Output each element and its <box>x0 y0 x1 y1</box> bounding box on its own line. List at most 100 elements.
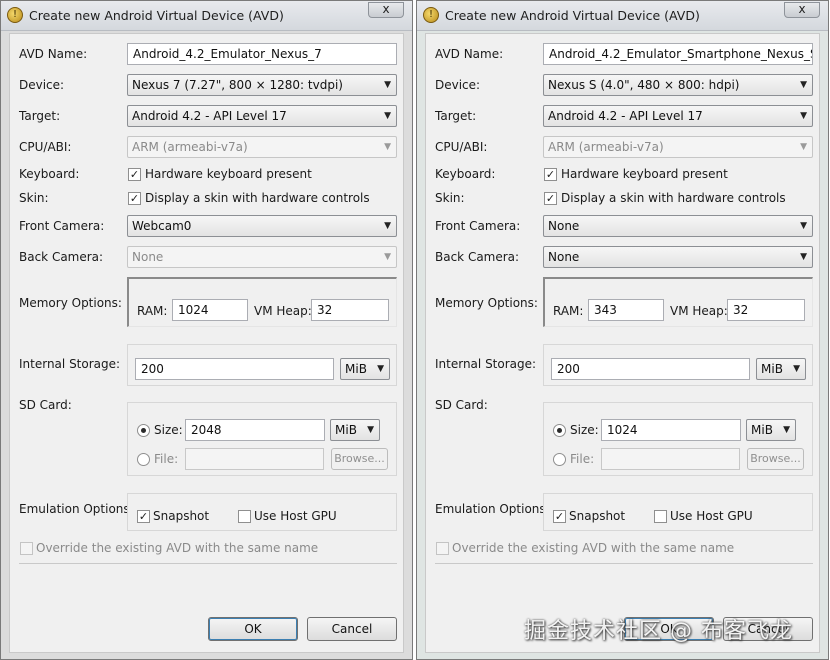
dropdown-arrow-icon: ▼ <box>377 364 384 374</box>
separator <box>435 563 813 564</box>
hardware-keyboard-checkbox[interactable]: ✓ <box>544 168 557 181</box>
back-camera-select[interactable]: None ▼ <box>543 246 813 268</box>
sd-file-input[interactable] <box>601 448 740 470</box>
dropdown-arrow-icon: ▼ <box>800 80 807 90</box>
device-select-value: Nexus 7 (7.27", 800 × 1280: tvdpi) <box>132 78 343 92</box>
window-title: Create new Android Virtual Device (AVD) <box>29 8 284 23</box>
avd-dialog-nexus-s: ! Create new Android Virtual Device (AVD… <box>416 0 829 660</box>
dropdown-arrow-icon: ▼ <box>384 80 391 90</box>
front-camera-label: Front Camera: <box>435 219 521 233</box>
device-select[interactable]: Nexus 7 (7.27", 800 × 1280: tvdpi) ▼ <box>127 74 397 96</box>
dropdown-arrow-icon: ▼ <box>793 364 800 374</box>
override-checkbox[interactable] <box>436 542 449 555</box>
sd-file-radio[interactable] <box>553 453 566 466</box>
avd-name-input[interactable]: Android_4.2_Emulator_Nexus_7 <box>127 43 397 65</box>
vm-heap-input[interactable]: 32 <box>727 299 805 321</box>
vm-heap-label: VM Heap: <box>254 304 312 318</box>
keyboard-label: Keyboard: <box>19 167 80 181</box>
device-select[interactable]: Nexus S (4.0", 480 × 800: hdpi) ▼ <box>543 74 813 96</box>
use-host-gpu-checkbox[interactable] <box>238 510 251 523</box>
use-host-gpu-checkbox[interactable] <box>654 510 667 523</box>
cpu-abi-select[interactable]: ARM (armeabi-v7a) ▼ <box>543 136 813 158</box>
close-button[interactable]: x <box>368 2 404 18</box>
ram-input[interactable]: 343 <box>588 299 664 321</box>
dialog-content: AVD Name: Android_4.2_Emulator_Smartphon… <box>425 33 820 653</box>
cpu-abi-select-value: ARM (armeabi-v7a) <box>132 140 248 154</box>
back-camera-select-value: None <box>132 250 164 264</box>
hardware-keyboard-text: Hardware keyboard present <box>561 167 728 181</box>
ok-button[interactable]: OK <box>208 617 298 641</box>
ram-label: RAM: <box>137 304 168 318</box>
internal-storage-unit-select[interactable]: MiB ▼ <box>340 358 390 380</box>
internal-storage-label: Internal Storage: <box>19 357 121 371</box>
hardware-keyboard-checkbox[interactable]: ✓ <box>128 168 141 181</box>
sd-size-label: Size: <box>570 423 599 437</box>
cpu-abi-select-value: ARM (armeabi-v7a) <box>548 140 664 154</box>
android-sdk-app-icon: ! <box>7 7 23 23</box>
memory-options-group: RAM: 1024 VM Heap: 32 <box>127 277 397 327</box>
skin-label: Skin: <box>19 191 49 205</box>
internal-storage-group: 200 MiB ▼ <box>543 344 813 386</box>
back-camera-label: Back Camera: <box>19 250 104 264</box>
internal-storage-label: Internal Storage: <box>435 357 537 371</box>
internal-storage-input[interactable]: 200 <box>135 358 334 380</box>
cpu-abi-label: CPU/ABI: <box>435 140 488 154</box>
sd-size-unit-select[interactable]: MiB ▼ <box>746 419 796 441</box>
front-camera-select[interactable]: None ▼ <box>543 215 813 237</box>
hardware-keyboard-text: Hardware keyboard present <box>145 167 312 181</box>
avd-name-input[interactable]: Android_4.2_Emulator_Smartphone_Nexus_S <box>543 43 813 65</box>
internal-storage-group: 200 MiB ▼ <box>127 344 397 386</box>
target-select[interactable]: Android 4.2 - API Level 17 ▼ <box>543 105 813 127</box>
dropdown-arrow-icon: ▼ <box>384 142 391 152</box>
device-label: Device: <box>435 78 481 92</box>
sd-size-unit-select[interactable]: MiB ▼ <box>330 419 380 441</box>
sd-size-radio[interactable] <box>137 424 150 437</box>
vm-heap-input[interactable]: 32 <box>311 299 389 321</box>
sd-card-label: SD Card: <box>19 398 72 412</box>
target-label: Target: <box>19 109 61 123</box>
skin-checkbox[interactable]: ✓ <box>128 192 141 205</box>
memory-options-label: Memory Options: <box>435 296 538 310</box>
sd-size-unit-value: MiB <box>751 423 773 437</box>
override-checkbox[interactable] <box>20 542 33 555</box>
title-bar: ! Create new Android Virtual Device (AVD… <box>417 1 828 31</box>
avd-name-label: AVD Name: <box>435 47 504 61</box>
front-camera-select[interactable]: Webcam0 ▼ <box>127 215 397 237</box>
skin-text: Display a skin with hardware controls <box>561 191 786 205</box>
cpu-abi-select[interactable]: ARM (armeabi-v7a) ▼ <box>127 136 397 158</box>
target-select-value: Android 4.2 - API Level 17 <box>132 109 287 123</box>
keyboard-label: Keyboard: <box>435 167 496 181</box>
target-select[interactable]: Android 4.2 - API Level 17 ▼ <box>127 105 397 127</box>
dropdown-arrow-icon: ▼ <box>384 221 391 231</box>
dropdown-arrow-icon: ▼ <box>800 221 807 231</box>
back-camera-select[interactable]: None ▼ <box>127 246 397 268</box>
internal-storage-unit-select[interactable]: MiB ▼ <box>756 358 806 380</box>
snapshot-checkbox[interactable]: ✓ <box>137 510 150 523</box>
use-host-gpu-label: Use Host GPU <box>254 509 337 523</box>
memory-options-label: Memory Options: <box>19 296 122 310</box>
sd-file-radio[interactable] <box>137 453 150 466</box>
target-label: Target: <box>435 109 477 123</box>
android-sdk-app-icon: ! <box>423 7 439 23</box>
cancel-button[interactable]: Cancel <box>307 617 397 641</box>
snapshot-checkbox[interactable]: ✓ <box>553 510 566 523</box>
sd-size-radio[interactable] <box>553 424 566 437</box>
sd-size-input[interactable]: 1024 <box>601 419 741 441</box>
emulation-options-label: Emulation Options: <box>435 502 550 516</box>
sd-file-label: File: <box>154 452 179 466</box>
sd-size-input[interactable]: 2048 <box>185 419 325 441</box>
device-label: Device: <box>19 78 65 92</box>
ram-input[interactable]: 1024 <box>172 299 248 321</box>
watermark-text: 掘金技术社区 @ 布客飞龙 <box>524 619 793 644</box>
override-label: Override the existing AVD with the same … <box>36 541 319 555</box>
cpu-abi-label: CPU/ABI: <box>19 140 72 154</box>
close-button[interactable]: x <box>784 2 820 18</box>
skin-checkbox[interactable]: ✓ <box>544 192 557 205</box>
dropdown-arrow-icon: ▼ <box>800 142 807 152</box>
browse-button[interactable]: Browse... <box>747 448 804 470</box>
internal-storage-input[interactable]: 200 <box>551 358 750 380</box>
sd-file-input[interactable] <box>185 448 324 470</box>
snapshot-label: Snapshot <box>153 509 210 523</box>
dropdown-arrow-icon: ▼ <box>800 252 807 262</box>
browse-button[interactable]: Browse... <box>331 448 388 470</box>
